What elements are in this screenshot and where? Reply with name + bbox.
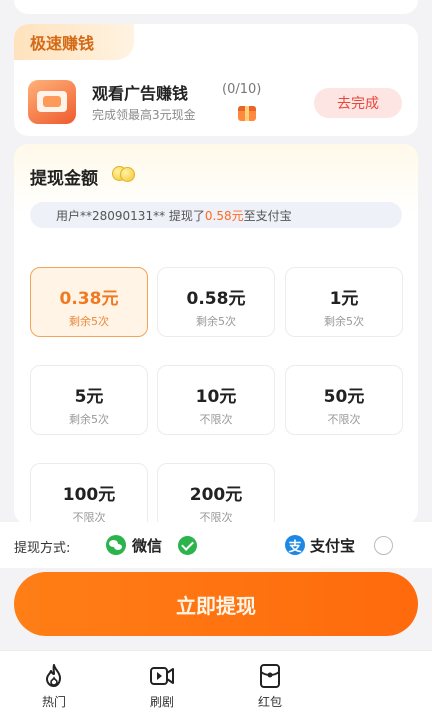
amount-option[interactable]: 5元 剩余5次 bbox=[30, 365, 148, 435]
tab-hot[interactable]: 热门 bbox=[24, 663, 84, 717]
amount-value: 10元 bbox=[195, 387, 237, 407]
amount-option[interactable]: 0.38元 剩余5次 bbox=[30, 267, 148, 337]
flame-icon bbox=[46, 664, 61, 687]
amount-remaining: 剩余5次 bbox=[324, 315, 364, 328]
payment-method-label: 提现方式: bbox=[14, 541, 71, 556]
wechat-option-label[interactable]: 微信 bbox=[132, 535, 162, 556]
notice-amount: 0.58元 bbox=[204, 208, 244, 223]
watch-ad-task: 观看广告赚钱 (0/10) 完成领最高3元现金 去完成 bbox=[28, 76, 404, 126]
withdraw-amount-card: 提现金额 用户**28090131** 提现了 0.58元 至支付宝 0.38元… bbox=[14, 144, 418, 524]
alipay-radio[interactable] bbox=[374, 536, 393, 555]
wechat-checked-icon[interactable] bbox=[178, 536, 197, 555]
tab-label: 刷剧 bbox=[149, 695, 174, 709]
ad-task-title: 观看广告赚钱 bbox=[92, 84, 189, 103]
withdraw-now-button[interactable]: 立即提现 bbox=[14, 572, 418, 636]
tab-drama[interactable]: 刷剧 bbox=[132, 663, 192, 717]
notice-suffix: 至支付宝 bbox=[243, 208, 292, 223]
withdraw-notice: 用户**28090131** 提现了 0.58元 至支付宝 bbox=[30, 202, 402, 228]
amount-value: 0.38元 bbox=[59, 289, 119, 309]
go-complete-button[interactable]: 去完成 bbox=[314, 88, 402, 118]
red-envelope-icon bbox=[260, 664, 280, 688]
amount-value: 0.58元 bbox=[186, 289, 246, 309]
video-icon bbox=[150, 667, 174, 685]
amount-option[interactable]: 10元 不限次 bbox=[157, 365, 275, 435]
quick-earn-card: 极速赚钱 观看广告赚钱 (0/10) 完成领最高3元现金 去完成 bbox=[14, 24, 418, 136]
bottom-tab-bar: 热门 刷剧 红包 bbox=[0, 650, 432, 720]
ad-task-icon bbox=[28, 80, 76, 124]
coin-icon bbox=[112, 166, 136, 182]
amount-option[interactable]: 100元 不限次 bbox=[30, 463, 148, 524]
payment-method-row: 提现方式: 微信 支 支付宝 bbox=[0, 522, 432, 568]
amount-value: 200元 bbox=[189, 485, 243, 505]
wechat-icon[interactable] bbox=[106, 535, 126, 555]
alipay-option-label[interactable]: 支付宝 bbox=[310, 535, 355, 556]
amount-option[interactable]: 50元 不限次 bbox=[285, 365, 403, 435]
tab-label: 热门 bbox=[41, 695, 66, 709]
amount-option[interactable]: 1元 剩余5次 bbox=[285, 267, 403, 337]
amount-option[interactable]: 200元 不限次 bbox=[157, 463, 275, 524]
top-card-remnant bbox=[14, 0, 418, 14]
amount-remaining: 剩余5次 bbox=[69, 315, 109, 328]
alipay-icon[interactable]: 支 bbox=[285, 535, 305, 555]
amount-remaining: 不限次 bbox=[327, 413, 361, 426]
amount-option[interactable]: 0.58元 剩余5次 bbox=[157, 267, 275, 337]
amount-remaining: 剩余5次 bbox=[196, 315, 236, 328]
amount-value: 1元 bbox=[329, 289, 359, 309]
amount-remaining: 不限次 bbox=[199, 413, 233, 426]
amount-value: 5元 bbox=[74, 387, 104, 407]
ad-task-subtitle: 完成领最高3元现金 bbox=[92, 108, 196, 122]
amount-value: 50元 bbox=[323, 387, 365, 407]
notice-prefix: 用户**28090131** 提现了 bbox=[56, 208, 205, 223]
quick-earn-tag: 极速赚钱 bbox=[14, 24, 134, 60]
ad-task-progress: (0/10) bbox=[222, 82, 262, 97]
gift-icon bbox=[238, 106, 256, 121]
tab-label: 红包 bbox=[257, 695, 282, 709]
amount-remaining: 剩余5次 bbox=[69, 413, 109, 426]
withdraw-amount-title: 提现金额 bbox=[30, 169, 98, 189]
amount-value: 100元 bbox=[62, 485, 116, 505]
tab-red-envelope[interactable]: 红包 bbox=[240, 663, 300, 717]
